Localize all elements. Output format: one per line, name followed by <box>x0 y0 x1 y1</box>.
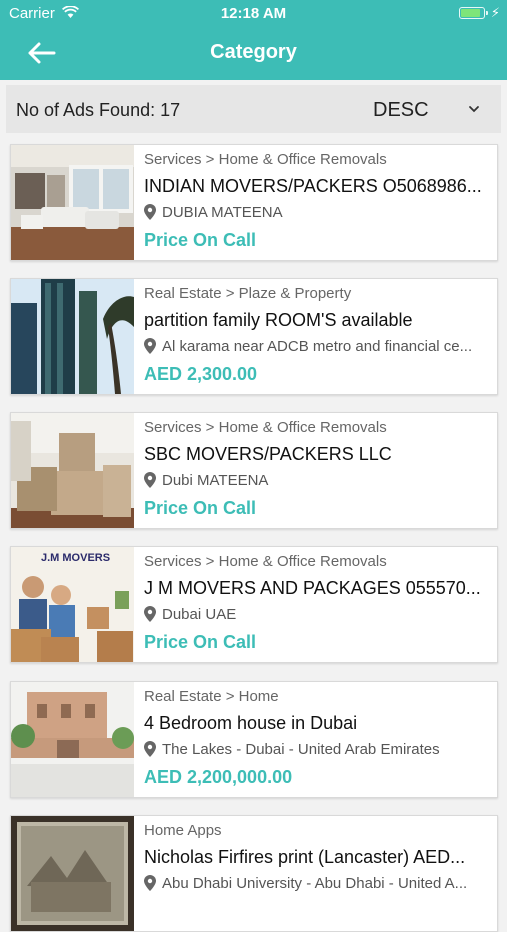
ad-card[interactable]: J.M MOVERS Services > Home & Office Remo… <box>10 546 498 663</box>
results-filter-bar: No of Ads Found: 17 DESC <box>6 85 501 133</box>
ad-title[interactable]: SBC MOVERS/PACKERS LLC <box>144 444 487 465</box>
ad-location-text: Dubi MATEENA <box>162 472 269 489</box>
ad-title[interactable]: Nicholas Firfires print (Lancaster) AED.… <box>144 847 487 868</box>
ad-location-text: Dubai UAE <box>162 606 237 623</box>
ad-price: AED 2,200,000.00 <box>144 767 293 787</box>
ad-location: Dubai UAE <box>144 606 487 626</box>
ad-category: Services > Home & Office Removals <box>144 419 387 436</box>
ad-location: The Lakes - Dubai - United Arab Emirates <box>144 741 487 761</box>
location-pin-icon <box>144 204 156 224</box>
status-bar: Carrier 12:18 AM ⚡ <box>0 0 507 28</box>
ad-title[interactable]: partition family ROOM'S available <box>144 310 487 331</box>
ad-category: Services > Home & Office Removals <box>144 151 387 168</box>
ad-thumbnail: J.M MOVERS <box>11 547 134 662</box>
thumbnail-logo-text: J.M MOVERS <box>41 552 110 564</box>
ad-thumbnail <box>11 279 134 394</box>
ad-location: Abu Dhabi University - Abu Dhabi - Unite… <box>144 875 487 895</box>
ad-price: Price On Call <box>144 230 257 250</box>
ad-location: Dubi MATEENA <box>144 472 487 492</box>
ad-thumbnail <box>11 145 134 260</box>
ad-location-text: DUBIA MATEENA <box>162 204 283 221</box>
location-pin-icon <box>144 338 156 358</box>
ads-count-label: No of Ads Found: 17 <box>16 100 181 120</box>
ad-location-text: Abu Dhabi University - Abu Dhabi - Unite… <box>162 875 468 892</box>
ad-location-text: The Lakes - Dubai - United Arab Emirates <box>162 741 440 758</box>
ad-title[interactable]: INDIAN MOVERS/PACKERS O5068986... <box>144 176 487 197</box>
location-pin-icon <box>144 741 156 761</box>
ad-title[interactable]: J M MOVERS AND PACKAGES 055570... <box>144 578 487 599</box>
ad-location: DUBIA MATEENA <box>144 204 487 224</box>
battery-icon <box>459 7 488 19</box>
ad-category: Real Estate > Plaze & Property <box>144 285 352 302</box>
ad-category: Services > Home & Office Removals <box>144 553 387 570</box>
ad-location-text: Al karama near ADCB metro and financial … <box>162 338 473 355</box>
ad-price: Price On Call <box>144 498 257 518</box>
location-pin-icon <box>144 875 156 895</box>
ad-card[interactable]: Real Estate > Home 4 Bedroom house in Du… <box>10 681 498 798</box>
nav-bar: Category <box>0 28 507 80</box>
ad-card[interactable]: Real Estate > Plaze & Property partition… <box>10 278 498 395</box>
location-pin-icon <box>144 606 156 626</box>
ad-price: Price On Call <box>144 632 257 652</box>
ad-category: Real Estate > Home <box>144 688 279 705</box>
app-header: Carrier 12:18 AM ⚡ Category <box>0 0 507 80</box>
ad-thumbnail <box>11 413 134 528</box>
charging-icon: ⚡ <box>490 5 500 20</box>
ad-card[interactable]: Home Apps Nicholas Firfires print (Lanca… <box>10 815 498 932</box>
chevron-down-icon[interactable] <box>467 102 481 116</box>
ad-title[interactable]: 4 Bedroom house in Dubai <box>144 713 487 734</box>
ad-card[interactable]: Services > Home & Office Removals INDIAN… <box>10 144 498 261</box>
ad-thumbnail <box>11 682 134 797</box>
ad-card[interactable]: Services > Home & Office Removals SBC MO… <box>10 412 498 529</box>
ad-category: Home Apps <box>144 822 222 839</box>
ad-thumbnail <box>11 816 134 931</box>
status-time: 12:18 AM <box>220 5 287 22</box>
ad-location: Al karama near ADCB metro and financial … <box>144 338 487 358</box>
location-pin-icon <box>144 472 156 492</box>
sort-order-select[interactable]: DESC <box>373 99 429 122</box>
page-title: Category <box>210 41 297 63</box>
ad-price: AED 2,300.00 <box>144 364 258 384</box>
